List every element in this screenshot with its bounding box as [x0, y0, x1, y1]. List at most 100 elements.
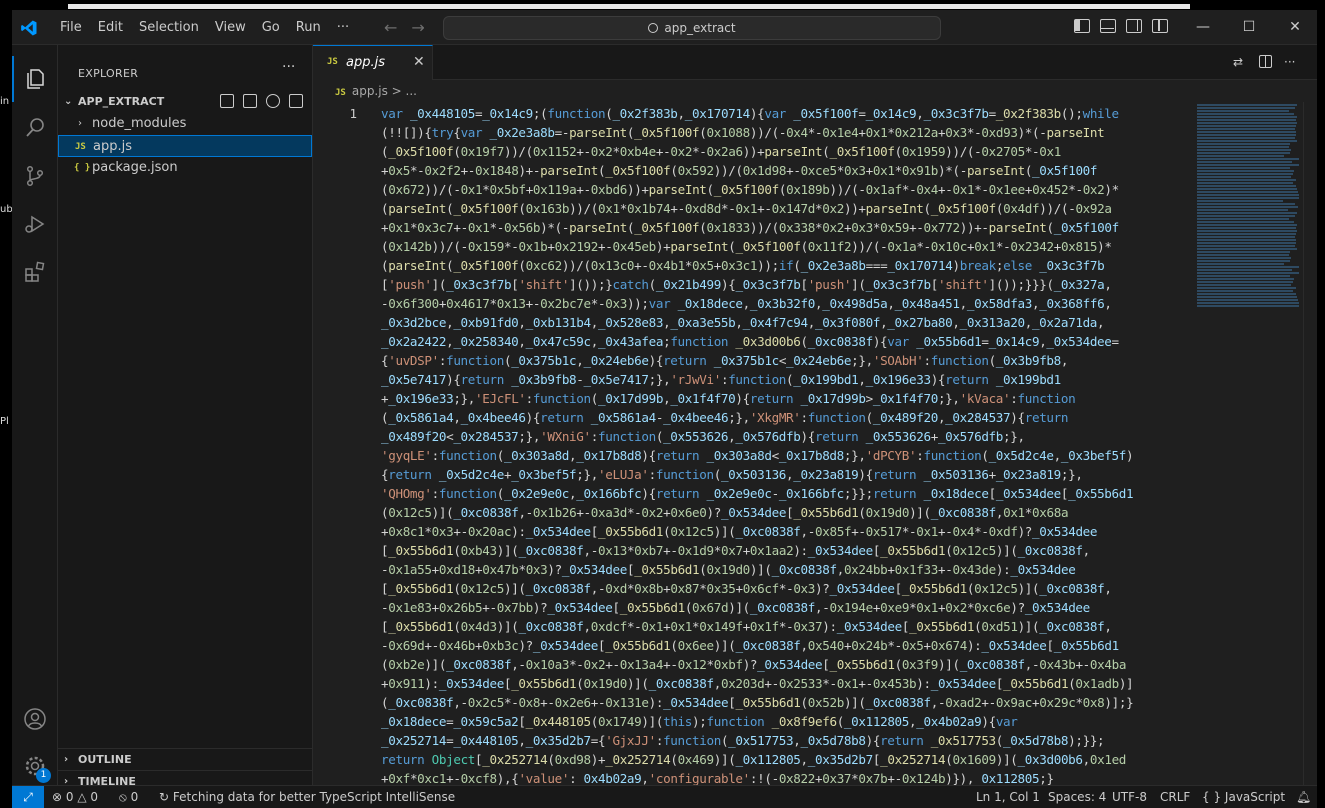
code-line: _0x3d2bce,_0xb91fd0,_0xb131b4,_0x528e83,… [381, 315, 1105, 330]
code-line: 'gyqLE':function(_0x303a8d,_0x17b8d8){re… [381, 448, 1134, 463]
menu-selection[interactable]: Selection [131, 10, 207, 45]
accounts-icon[interactable] [12, 696, 58, 742]
code-line: +0xf*0xc1+-0xcf8),{'value':_0x4b02a9,'co… [381, 771, 1054, 785]
minimap-line [1197, 161, 1292, 163]
toggle-panel-icon[interactable] [1100, 19, 1116, 33]
tab-app-js[interactable]: JS app.js ✕ [313, 45, 433, 80]
menu-run[interactable]: Run [288, 10, 329, 45]
collapse-all-icon[interactable] [289, 94, 303, 108]
tree-item-app-js[interactable]: JS app.js [58, 135, 312, 157]
tab-label: app.js [346, 55, 385, 70]
compare-changes-icon[interactable]: ⇄ [1233, 55, 1247, 69]
chevron-right-icon: › [78, 118, 82, 129]
menu-edit[interactable]: Edit [90, 10, 131, 45]
back-arrow-icon[interactable]: ← [384, 18, 397, 37]
minimap-line [1197, 293, 1296, 295]
new-folder-icon[interactable] [243, 94, 257, 108]
minimap-line [1197, 242, 1296, 244]
javascript-file-icon: JS [327, 57, 338, 67]
refresh-icon[interactable] [266, 94, 280, 108]
tree-item-label: app.js [93, 139, 132, 154]
split-editor-icon[interactable] [1259, 55, 1272, 68]
command-center[interactable]: app_extract [443, 16, 941, 40]
code-line: [_0x55b6d1(0xb43)](_0xc0838f,-0x13*0xb7+… [381, 543, 1090, 558]
json-file-icon: { } [74, 163, 91, 173]
source-control-icon[interactable] [12, 153, 58, 199]
breadcrumb-rest[interactable]: > ... [392, 84, 417, 98]
manage-gear-icon[interactable]: 1 [12, 743, 58, 789]
customize-layout-icon[interactable] [1152, 19, 1168, 33]
tree-item-node-modules[interactable]: › node_modules [58, 113, 312, 135]
end-of-line[interactable]: CRLF [1160, 786, 1190, 808]
minimap-line [1197, 257, 1291, 259]
window-controls: — ☐ ✕ [1180, 10, 1317, 45]
menu-file[interactable]: File [52, 10, 90, 45]
toggle-secondary-sidebar-icon[interactable] [1126, 19, 1142, 33]
code-line: +0x8c1*0x3+-0x20ac):_0x534dee[_0x55b6d1(… [381, 524, 1098, 539]
code-line: var _0x448105=_0x14c9;(function(_0x2f383… [381, 106, 1119, 121]
remote-indicator-icon[interactable]: ⤢ [12, 786, 44, 808]
desktop-right-edge [1317, 10, 1325, 808]
ports-indicator[interactable]: ⦸ 0 [119, 786, 138, 808]
toggle-primary-sidebar-icon[interactable] [1074, 19, 1090, 33]
code-line: -0x1e83+0x26b5+-0x7bb)?_0x534dee[_0x55b6… [381, 600, 1090, 615]
close-button[interactable]: ✕ [1272, 10, 1317, 45]
code-line: ['push'](_0x3c3f7b['shift']());}catch(_0… [381, 277, 1112, 292]
minimap-line [1197, 275, 1290, 277]
minimap-line [1197, 299, 1298, 301]
chevron-down-icon: ⌄ [64, 96, 73, 107]
minimap-line [1197, 134, 1296, 136]
minimap-line [1197, 170, 1294, 172]
cursor-position[interactable]: Ln 1, Col 1 [976, 786, 1040, 808]
maximize-button[interactable]: ☐ [1226, 10, 1272, 45]
problems-indicator[interactable]: ⊗ 0 △ 0 [52, 786, 98, 808]
sidebar-title: EXPLORER [78, 67, 139, 80]
breadcrumb-file[interactable]: app.js [352, 84, 388, 98]
menu-more[interactable]: ··· [329, 10, 357, 45]
new-file-icon[interactable] [220, 94, 234, 108]
code-line: (0x142b))/(-0x159*-0x1b+0x2192+-0x45eb)+… [381, 239, 1112, 254]
language-mode[interactable]: { } JavaScript [1202, 786, 1285, 808]
minimap-line [1197, 221, 1294, 223]
minimap-line [1197, 290, 1293, 292]
javascript-file-icon: JS [75, 142, 86, 152]
minimap[interactable] [1197, 102, 1301, 785]
vertical-scrollbar[interactable] [1303, 102, 1317, 785]
menu-view[interactable]: View [207, 10, 254, 45]
progress-message[interactable]: ↻ Fetching data for better TypeScript In… [159, 786, 455, 808]
minimap-line [1197, 146, 1289, 148]
notifications-bell-icon[interactable]: 🔔︎ [1296, 786, 1311, 808]
indentation[interactable]: Spaces: 4 [1048, 786, 1106, 808]
forward-arrow-icon[interactable]: → [411, 18, 424, 37]
editor-area: JS app.js ✕ ⇄ ··· JS app.js > ... 1 var _… [313, 45, 1317, 785]
code-line: [_0x55b6d1(0x4d3)](_0xc0838f,0xdcf*-0x1+… [381, 619, 1112, 634]
window-title: app_extract [664, 21, 736, 35]
more-actions-icon[interactable]: ··· [1284, 55, 1298, 69]
sidebar-more-button[interactable]: ··· [282, 59, 295, 75]
minimap-line [1197, 113, 1294, 115]
minimap-line [1197, 284, 1291, 286]
extensions-icon[interactable] [12, 249, 58, 295]
explorer-icon[interactable] [12, 56, 58, 102]
outline-section[interactable]: › OUTLINE [58, 748, 312, 770]
minimap-line [1197, 239, 1296, 241]
code-editor[interactable]: 1 var _0x448105=_0x14c9;(function(_0x2f3… [313, 104, 1193, 785]
code-line: {return _0x5d2c4e+_0x3bef5f;},'eLUJa':fu… [381, 467, 1083, 482]
run-debug-icon[interactable] [12, 201, 58, 247]
minimap-line [1197, 305, 1299, 307]
tree-item-package-json[interactable]: { } package.json [58, 157, 312, 179]
minimap-line [1197, 128, 1295, 130]
search-icon[interactable] [12, 105, 58, 151]
minimap-line [1197, 104, 1297, 106]
code-line: _0x2a2422,_0x258340,_0x47c59c,_0x43afea;… [381, 334, 1119, 349]
encoding[interactable]: UTF-8 [1112, 786, 1147, 808]
minimize-button[interactable]: — [1180, 10, 1226, 45]
minimap-line [1197, 122, 1297, 124]
menu-go[interactable]: Go [254, 10, 288, 45]
desktop-label: ub [0, 204, 13, 215]
close-tab-icon[interactable]: ✕ [413, 54, 425, 70]
minimap-line [1197, 194, 1299, 196]
code-line: 'QHOmg':function(_0x2e9e0c,_0x166bfc){re… [381, 486, 1134, 501]
minimap-line [1197, 191, 1298, 193]
code-line: _0x5e7417){return _0x3b9fb8-_0x5e7417;},… [381, 372, 1061, 387]
